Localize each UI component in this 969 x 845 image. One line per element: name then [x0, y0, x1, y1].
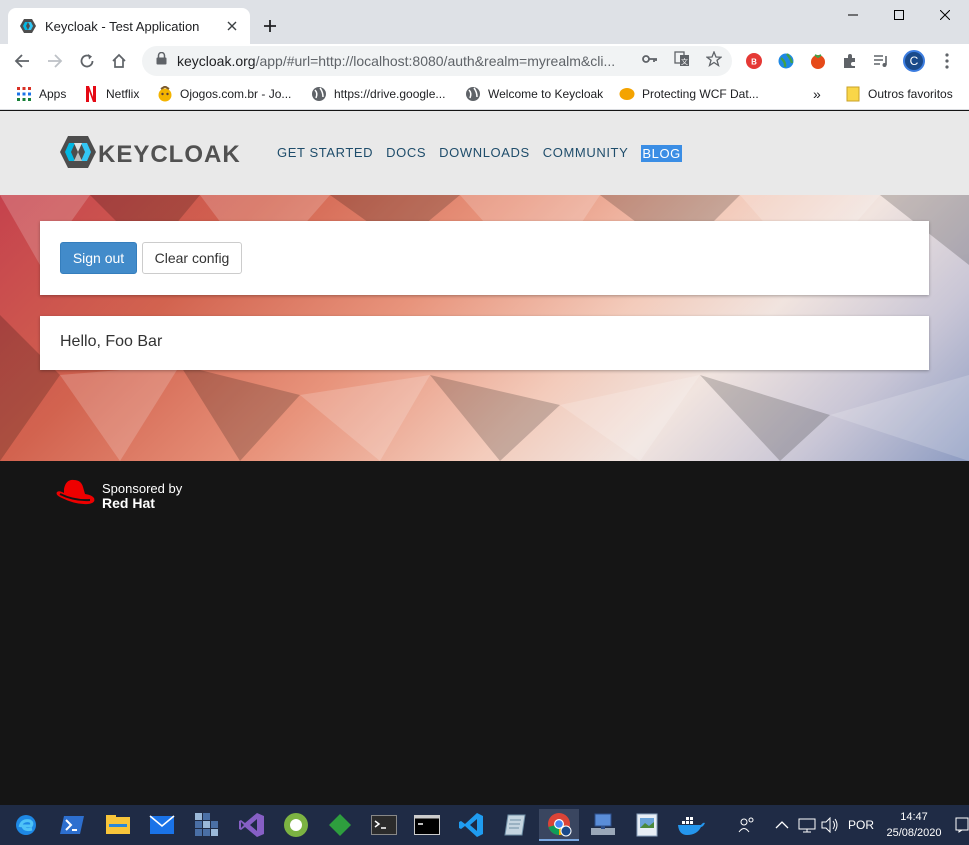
- other-bookmarks-folder[interactable]: Outros favoritos: [845, 84, 953, 104]
- pycharm-app-icon[interactable]: [276, 809, 316, 841]
- red-hat-sponsor[interactable]: Sponsored by Red Hat: [54, 477, 182, 514]
- file-explorer-app-icon[interactable]: [98, 809, 138, 841]
- site-footer: Sponsored by Red Hat: [0, 461, 969, 805]
- windows-taskbar: POR 14:47 25/08/2020: [0, 805, 969, 845]
- actions-card: Sign out Clear config: [40, 221, 929, 295]
- bookmark-star-icon[interactable]: [706, 51, 722, 67]
- extension-tomato-icon[interactable]: [809, 52, 827, 70]
- chrome-app-icon[interactable]: [539, 809, 579, 841]
- network-icon[interactable]: [798, 805, 816, 845]
- nav-blog[interactable]: BLOG: [641, 145, 682, 162]
- image-viewer-app-icon[interactable]: [627, 809, 667, 841]
- notifications-icon[interactable]: [955, 805, 969, 845]
- key-icon[interactable]: [642, 51, 658, 67]
- svg-text:B: B: [751, 58, 757, 67]
- netflix-icon: [83, 86, 99, 102]
- browser-tab[interactable]: Keycloak - Test Application: [8, 8, 250, 44]
- show-hidden-icons-chevron-icon[interactable]: [775, 805, 789, 845]
- bookmark-welcome-keycloak[interactable]: Welcome to Keycloak: [465, 84, 603, 104]
- kebab-menu-icon[interactable]: [938, 52, 956, 70]
- close-window-button[interactable]: [922, 0, 968, 30]
- sponsored-by-text: Sponsored by: [102, 480, 183, 496]
- folder-icon: [845, 86, 861, 102]
- keycloak-icon: [20, 18, 36, 34]
- site-header: KEYCLOAK GET STARTED DOCS DOWNLOADS COMM…: [0, 111, 969, 195]
- greeting-card: Hello, Foo Bar: [40, 316, 929, 370]
- people-icon[interactable]: [738, 805, 756, 845]
- ojogos-icon: [157, 86, 173, 102]
- green-diamond-app-icon[interactable]: [320, 809, 360, 841]
- orange-icon: [619, 86, 635, 102]
- svg-text:文: 文: [681, 57, 688, 66]
- browser-toolbar: keycloak.org/app/#url=http://localhost:8…: [0, 44, 969, 78]
- docker-app-icon[interactable]: [671, 809, 711, 841]
- extension-red-icon[interactable]: B: [745, 52, 763, 70]
- close-tab-icon[interactable]: [224, 18, 240, 34]
- terminal-app-icon[interactable]: [364, 809, 404, 841]
- powershell-app-icon[interactable]: [52, 809, 92, 841]
- clear-config-button[interactable]: Clear config: [142, 242, 242, 274]
- volume-icon[interactable]: [821, 805, 839, 845]
- clock-time: 14:47: [900, 811, 928, 823]
- language-indicator[interactable]: POR: [848, 805, 874, 845]
- nav-get-started[interactable]: GET STARTED: [277, 145, 373, 162]
- site-nav: GET STARTED DOCS DOWNLOADS COMMUNITY BLO…: [277, 145, 682, 162]
- extensions-puzzle-icon[interactable]: [841, 52, 859, 70]
- cmd-app-icon[interactable]: [407, 809, 447, 841]
- mail-app-icon[interactable]: [142, 809, 182, 841]
- edge-app-icon[interactable]: [6, 809, 46, 841]
- keycloak-logo-icon: [60, 135, 96, 174]
- bookmarks-overflow-button[interactable]: »: [813, 84, 821, 104]
- minimize-button[interactable]: [830, 0, 876, 30]
- extension-globe-icon[interactable]: [777, 52, 795, 70]
- network-tool-app-icon[interactable]: [583, 809, 623, 841]
- media-controls-icon[interactable]: [872, 52, 890, 70]
- bookmark-protecting-wcf[interactable]: Protecting WCF Dat...: [619, 84, 759, 104]
- clock-date: 25/08/2020: [886, 827, 942, 839]
- greeting-text: Hello, Foo Bar: [60, 333, 163, 350]
- bookmark-ojogos[interactable]: Ojogos.com.br - Jo...: [157, 84, 291, 104]
- url-text: keycloak.org/app/#url=http://localhost:8…: [177, 53, 616, 69]
- tab-strip: Keycloak - Test Application: [0, 0, 969, 44]
- system-clock[interactable]: 14:47 25/08/2020: [878, 809, 950, 841]
- bookmarks-bar: Apps Netflix Ojogos.com.br - Jo... https…: [0, 78, 969, 110]
- home-button[interactable]: [105, 47, 133, 75]
- visual-studio-app-icon[interactable]: [232, 809, 272, 841]
- tab-title: Keycloak - Test Application: [45, 18, 200, 34]
- globe-icon: [465, 86, 481, 102]
- back-button[interactable]: [8, 47, 36, 75]
- translate-icon[interactable]: 文: [674, 51, 690, 67]
- sign-out-button[interactable]: Sign out: [60, 242, 137, 274]
- globe-icon: [311, 86, 327, 102]
- red-hat-logo-icon: [54, 477, 96, 514]
- bookmark-apps[interactable]: Apps: [16, 84, 66, 104]
- nav-docs[interactable]: DOCS: [386, 145, 426, 162]
- maximize-button[interactable]: [876, 0, 922, 30]
- profile-avatar[interactable]: C: [903, 50, 925, 72]
- calculator-grid-app-icon[interactable]: [187, 809, 227, 841]
- new-tab-button[interactable]: [258, 14, 282, 38]
- forward-button[interactable]: [41, 47, 69, 75]
- logo-text: KEYCLOAK: [98, 140, 241, 168]
- bookmark-drive[interactable]: https://drive.google...: [311, 84, 445, 104]
- apps-grid-icon: [16, 86, 32, 102]
- bookmark-netflix[interactable]: Netflix: [83, 84, 139, 104]
- nav-downloads[interactable]: DOWNLOADS: [439, 145, 530, 162]
- reload-button[interactable]: [73, 47, 101, 75]
- nav-community[interactable]: COMMUNITY: [543, 145, 629, 162]
- vscode-app-icon[interactable]: [451, 809, 491, 841]
- red-hat-text: Red Hat: [102, 494, 155, 511]
- lock-icon[interactable]: [156, 51, 167, 70]
- keycloak-logo[interactable]: KEYCLOAK: [60, 135, 241, 174]
- notes-app-icon[interactable]: [495, 809, 535, 841]
